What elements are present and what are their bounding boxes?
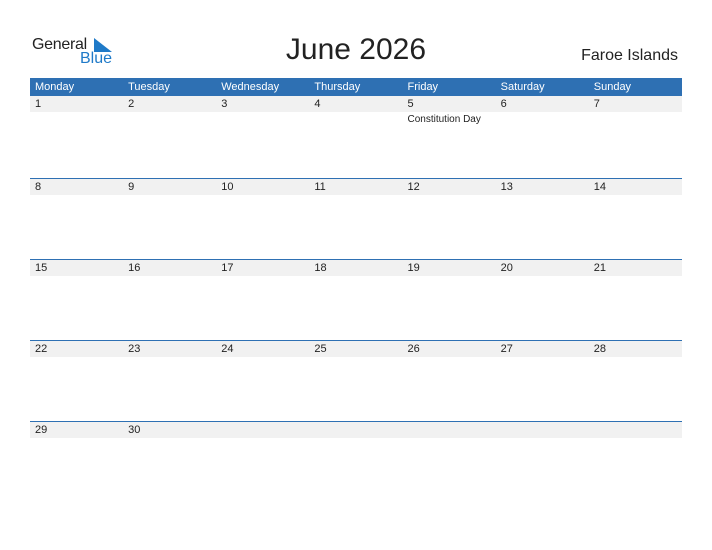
day-cell: 5 Constitution Day [403, 96, 496, 125]
day-number: 23 [128, 343, 141, 355]
day-cell: 21 [589, 260, 682, 276]
day-number: 1 [35, 98, 42, 110]
day-cell: 26 [403, 341, 496, 357]
day-cell: 24 [216, 341, 309, 357]
day-number: 26 [407, 343, 420, 355]
holiday-label: Constitution Day [407, 114, 481, 125]
day-number: 9 [128, 181, 135, 193]
day-cell: 15 [30, 260, 123, 276]
days-row: 22 23 24 25 26 27 28 [30, 341, 682, 357]
day-cell: 9 [123, 179, 216, 195]
day-cell: 25 [309, 341, 402, 357]
day-cell: 22 [30, 341, 123, 357]
day-cell [496, 422, 589, 438]
day-number [408, 422, 496, 438]
day-number: 19 [407, 262, 420, 274]
weekday-header: Monday Tuesday Wednesday Thursday Friday… [30, 78, 682, 96]
weekday-tuesday: Tuesday [128, 81, 170, 93]
day-number: 28 [593, 343, 606, 355]
day-cell: 7 [589, 96, 682, 125]
day-number: 25 [314, 343, 327, 355]
day-cell: 2 [123, 96, 216, 125]
day-number: 18 [314, 262, 327, 274]
day-number [594, 422, 682, 438]
day-number: 8 [35, 181, 42, 193]
weekday-wednesday: Wednesday [221, 81, 280, 93]
week-row: 22 23 24 25 26 27 28 [30, 340, 682, 421]
weekday-monday: Monday [35, 81, 75, 93]
day-cell: 16 [123, 260, 216, 276]
day-number: 14 [593, 181, 606, 193]
week-row: 15 16 17 18 19 20 21 [30, 259, 682, 340]
weekday-saturday: Saturday [500, 81, 545, 93]
day-cell: 10 [216, 179, 309, 195]
day-number: 30 [128, 424, 141, 436]
day-number: 6 [500, 98, 507, 110]
weeks-container: 1 2 3 4 5 Constitution Day 6 7 8 9 10 11 12 13 14 15 16 1… [30, 96, 682, 502]
days-row: 1 2 3 4 5 Constitution Day 6 7 [30, 96, 682, 125]
day-number [221, 422, 309, 438]
day-cell: 1 [30, 96, 123, 125]
day-cell [403, 422, 496, 438]
day-cell: 29 [30, 422, 123, 438]
day-number: 7 [593, 98, 600, 110]
day-number: 27 [500, 343, 513, 355]
calendar-grid: Monday Tuesday Wednesday Thursday Friday… [30, 78, 682, 502]
day-cell: 20 [496, 260, 589, 276]
day-number: 3 [221, 98, 228, 110]
day-number: 11 [314, 181, 326, 193]
day-number: 22 [35, 343, 48, 355]
day-number: 10 [221, 181, 234, 193]
day-cell: 4 [309, 96, 402, 125]
day-number: 20 [500, 262, 513, 274]
day-number: 4 [314, 98, 321, 110]
day-cell: 8 [30, 179, 123, 195]
day-cell: 13 [496, 179, 589, 195]
day-number: 2 [128, 98, 135, 110]
day-cell: 23 [123, 341, 216, 357]
day-cell: 14 [589, 179, 682, 195]
days-row: 15 16 17 18 19 20 21 [30, 260, 682, 276]
day-number: 13 [500, 181, 513, 193]
day-cell: 19 [403, 260, 496, 276]
day-cell: 12 [403, 179, 496, 195]
day-number: 17 [221, 262, 234, 274]
days-row: 29 30 [30, 422, 682, 438]
weekday-thursday: Thursday [314, 81, 361, 93]
day-number: 24 [221, 343, 234, 355]
day-cell [309, 422, 402, 438]
country-label: Faroe Islands [581, 47, 678, 64]
day-cell: 3 [216, 96, 309, 125]
weekday-sunday: Sunday [593, 81, 632, 93]
day-number: 16 [128, 262, 141, 274]
day-cell [216, 422, 309, 438]
day-number [314, 422, 402, 438]
day-number [501, 422, 589, 438]
day-cell: 28 [589, 341, 682, 357]
week-row: 29 30 [30, 421, 682, 502]
weekday-friday: Friday [407, 81, 439, 93]
day-cell: 6 [496, 96, 589, 125]
day-number: 29 [35, 424, 48, 436]
day-number: 21 [593, 262, 606, 274]
days-row: 8 9 10 11 12 13 14 [30, 179, 682, 195]
day-number: 15 [35, 262, 48, 274]
day-cell: 27 [496, 341, 589, 357]
day-number: 12 [407, 181, 420, 193]
week-row: 1 2 3 4 5 Constitution Day 6 7 [30, 96, 682, 178]
week-row: 8 9 10 11 12 13 14 [30, 178, 682, 259]
day-cell: 11 [309, 179, 402, 195]
day-cell: 17 [216, 260, 309, 276]
day-cell [589, 422, 682, 438]
day-number: 5 [407, 98, 414, 110]
day-cell: 18 [309, 260, 402, 276]
day-cell: 30 [123, 422, 216, 438]
